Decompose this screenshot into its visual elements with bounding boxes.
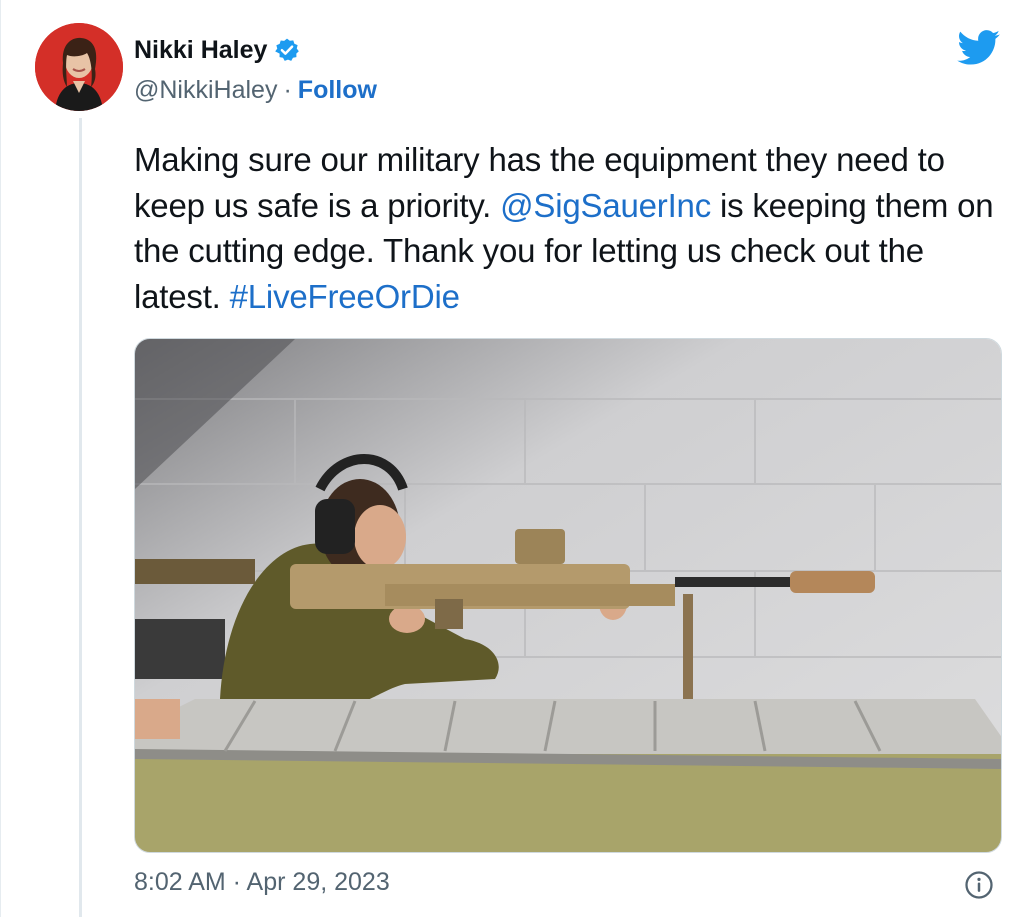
author-name-row[interactable]: Nikki Haley: [134, 30, 300, 70]
tweet-timestamp[interactable]: 8:02 AM · Apr 29, 2023: [134, 868, 390, 897]
avatar-image: [35, 23, 123, 111]
media-photo: [135, 339, 1001, 852]
handle-row: @NikkiHaley · Follow: [134, 72, 377, 108]
tweet-media-image[interactable]: [134, 338, 1002, 853]
author-handle[interactable]: @NikkiHaley: [134, 76, 277, 105]
display-name[interactable]: Nikki Haley: [134, 36, 267, 65]
verified-badge-icon: [275, 38, 300, 61]
avatar[interactable]: [35, 23, 123, 111]
mention-link[interactable]: @SigSauerInc: [500, 187, 711, 224]
tweet-text: Making sure our military has the equipme…: [134, 137, 1004, 319]
twitter-bird-icon[interactable]: [957, 30, 1001, 66]
tweet-card: Nikki Haley @NikkiHaley · Follow Making …: [0, 0, 1024, 917]
separator-dot: ·: [283, 75, 292, 104]
follow-button[interactable]: Follow: [298, 76, 377, 105]
info-icon[interactable]: [964, 870, 994, 900]
hashtag-link[interactable]: #LiveFreeOrDie: [230, 278, 460, 315]
thread-line: [79, 118, 82, 917]
